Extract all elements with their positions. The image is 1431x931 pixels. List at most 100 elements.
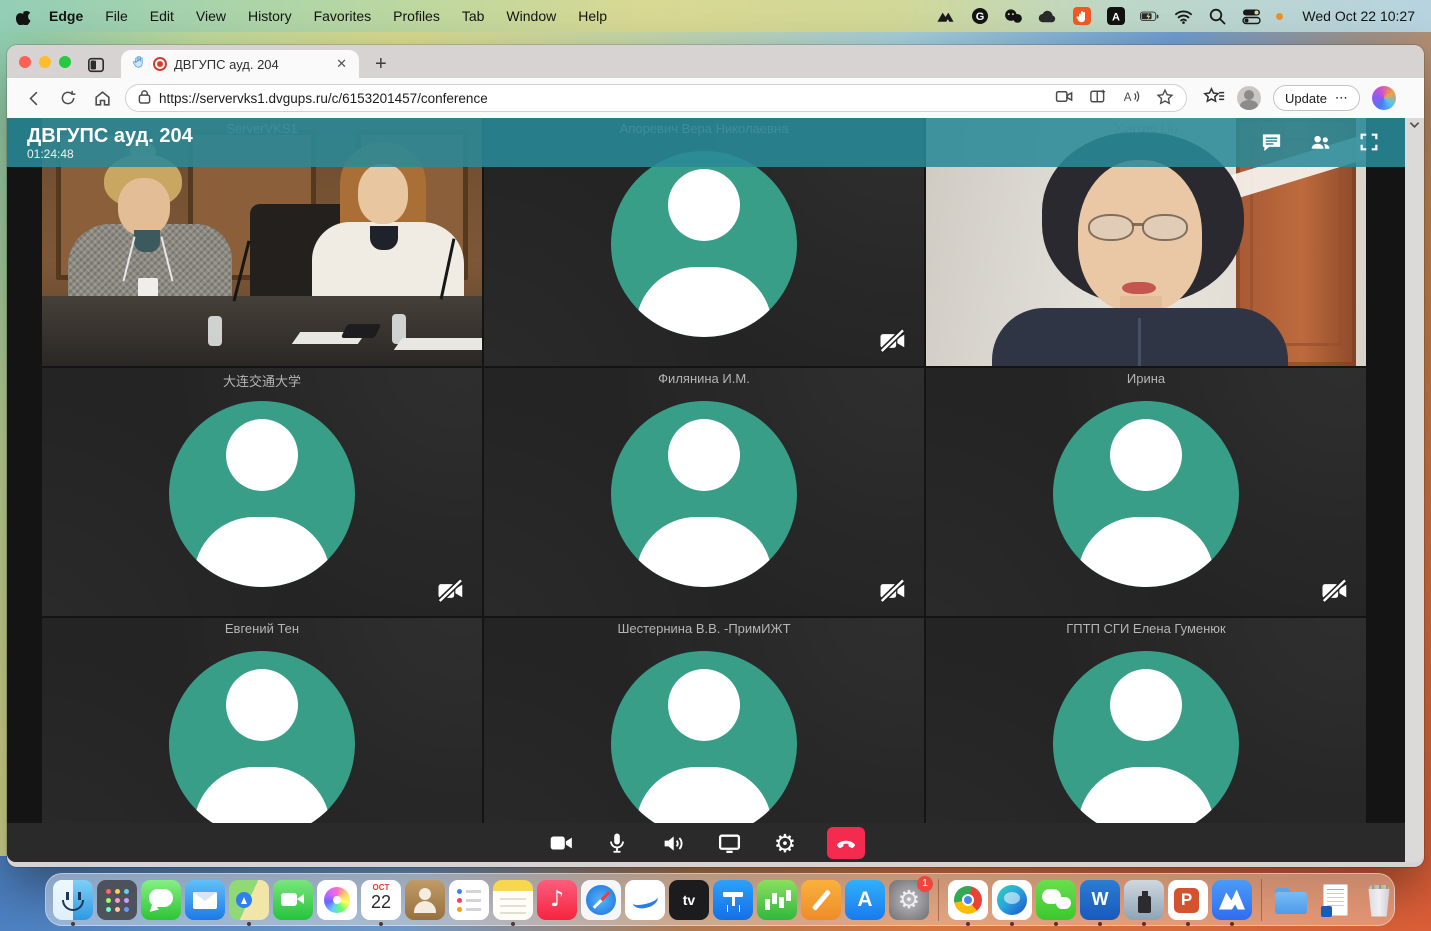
running-indicator (71, 922, 75, 926)
menu-window[interactable]: Window (506, 8, 556, 24)
page-scrollbar[interactable] (1405, 118, 1424, 862)
copilot-icon[interactable] (1372, 86, 1396, 110)
fullscreen-icon[interactable] (1358, 131, 1381, 154)
dock-word-icon[interactable]: W (1080, 880, 1120, 920)
menu-favorites[interactable]: Favorites (314, 8, 372, 24)
dock-notes-icon[interactable] (493, 880, 533, 920)
menu-edit[interactable]: Edit (150, 8, 174, 24)
address-bar[interactable]: https://servervks1.dvgups.ru/c/615320145… (125, 84, 1187, 112)
dock-photos-icon[interactable] (317, 880, 357, 920)
dock-keynote-icon[interactable] (713, 880, 753, 920)
wifi-icon[interactable] (1174, 7, 1193, 26)
settings-button[interactable]: ⚙ (771, 829, 799, 857)
participant-avatar (1053, 401, 1239, 587)
screen-share-button[interactable] (715, 829, 743, 857)
dock-preview-icon[interactable] (1124, 880, 1164, 920)
menu-clock[interactable]: Wed Oct 22 10:27 (1302, 8, 1415, 24)
participants-icon[interactable] (1309, 131, 1332, 154)
video-tile-5[interactable]: Филянина И.М. (484, 368, 924, 616)
menu-profiles[interactable]: Profiles (393, 8, 440, 24)
dock-reminders-icon[interactable] (449, 880, 489, 920)
dock-powerpoint-icon[interactable]: P (1168, 880, 1208, 920)
participant-avatar (169, 401, 355, 587)
dock-music-icon[interactable]: ♪ (537, 880, 577, 920)
running-indicator (1098, 922, 1102, 926)
dock-messages-icon[interactable] (141, 880, 181, 920)
dock-meetings-icon[interactable] (1212, 880, 1252, 920)
battery-charging-icon[interactable] (1140, 7, 1159, 26)
reload-icon[interactable] (53, 83, 83, 113)
search-icon[interactable] (1208, 7, 1227, 26)
dock-contacts-icon[interactable] (405, 880, 445, 920)
dock-safari-icon[interactable] (581, 880, 621, 920)
dock-pages-icon[interactable] (801, 880, 841, 920)
dock-wechat-icon[interactable] (1036, 880, 1076, 920)
update-button[interactable]: Update ⋯ (1273, 85, 1360, 111)
dock-maps-icon[interactable] (229, 880, 269, 920)
dock-appletv-icon[interactable]: tv (669, 880, 709, 920)
dock-calendar-icon[interactable]: OCT22 (361, 880, 401, 920)
menu-tab[interactable]: Tab (462, 8, 485, 24)
dock-chrome-icon[interactable] (948, 880, 988, 920)
control-center-icon[interactable] (1242, 7, 1261, 26)
video-grid: ServerVKS1Апоревич Вера НиколаевнаXiaoxi… (42, 118, 1366, 823)
apple-logo-icon[interactable] (16, 7, 31, 25)
video-tile-9[interactable]: ГПТП СГИ Елена Гуменюк (926, 618, 1366, 823)
tab-actions-icon[interactable] (87, 56, 105, 74)
menu-history[interactable]: History (248, 8, 292, 24)
video-tile-4[interactable]: 大连交通大学 (42, 368, 482, 616)
dock-documents-icon[interactable] (1315, 880, 1355, 920)
menu-help[interactable]: Help (578, 8, 607, 24)
camera-indicator-icon[interactable] (1055, 88, 1074, 108)
camera-button[interactable] (547, 829, 575, 857)
browser-tab[interactable]: ДВГУПС ауд. 204 ✕ (121, 50, 359, 78)
hang-up-button[interactable] (827, 827, 865, 859)
screen-app-icon[interactable] (1072, 7, 1091, 26)
home-icon[interactable] (87, 83, 117, 113)
video-tile-7[interactable]: Евгений Тен (42, 618, 482, 823)
dock-folder-icon[interactable] (1271, 880, 1311, 920)
wechat-icon[interactable] (1004, 7, 1023, 26)
conference-timer: 01:24:48 (27, 147, 193, 161)
dock-mail-icon[interactable] (185, 880, 225, 920)
menu-view[interactable]: View (196, 8, 226, 24)
dock-trash-icon[interactable] (1359, 880, 1399, 920)
video-tile-8[interactable]: Шестернина В.В. -ПримИЖТ (484, 618, 924, 823)
dock-finder-icon[interactable] (53, 880, 93, 920)
grammarly-icon[interactable]: G (970, 7, 989, 26)
dock-appstore-icon[interactable]: A (845, 880, 885, 920)
split-screen-icon[interactable] (1089, 88, 1107, 108)
favorite-star-icon[interactable] (1156, 88, 1174, 108)
zoom-window-button[interactable] (59, 56, 71, 68)
dock-settings-icon[interactable]: ⚙1 (889, 880, 929, 920)
dock-launchpad-icon[interactable] (97, 880, 137, 920)
tab-close-icon[interactable]: ✕ (334, 56, 349, 72)
speaker-button[interactable] (659, 829, 687, 857)
dock-numbers-icon[interactable] (757, 880, 797, 920)
minimize-window-button[interactable] (39, 56, 51, 68)
meeting-chevrons-icon[interactable] (936, 7, 955, 26)
room-title: ДВГУПС ауд. 204 (27, 125, 193, 147)
close-window-button[interactable] (19, 56, 31, 68)
video-tile-6[interactable]: Ирина (926, 368, 1366, 616)
input-source-icon[interactable]: A (1106, 7, 1125, 26)
running-indicator (1010, 922, 1014, 926)
participant-avatar (1053, 651, 1239, 823)
menu-edge[interactable]: Edge (49, 8, 83, 24)
new-tab-button[interactable]: + (375, 54, 387, 74)
read-aloud-icon[interactable]: A (1122, 88, 1141, 108)
lock-icon (138, 89, 151, 107)
chat-icon[interactable] (1260, 131, 1283, 154)
favorites-list-icon[interactable] (1203, 86, 1225, 111)
dock-edge-icon[interactable] (992, 880, 1032, 920)
profile-avatar[interactable] (1237, 86, 1261, 110)
dock-freeform-icon[interactable] (625, 880, 665, 920)
dock-facetime-icon[interactable] (273, 880, 313, 920)
menu-file[interactable]: File (105, 8, 128, 24)
running-indicator (379, 922, 383, 926)
more-options-icon[interactable]: ⋯ (1335, 90, 1348, 106)
url-text[interactable]: https://servervks1.dvgups.ru/c/615320145… (159, 91, 1047, 106)
cloud-icon[interactable] (1038, 7, 1057, 26)
back-icon[interactable] (19, 83, 49, 113)
microphone-button[interactable] (603, 829, 631, 857)
